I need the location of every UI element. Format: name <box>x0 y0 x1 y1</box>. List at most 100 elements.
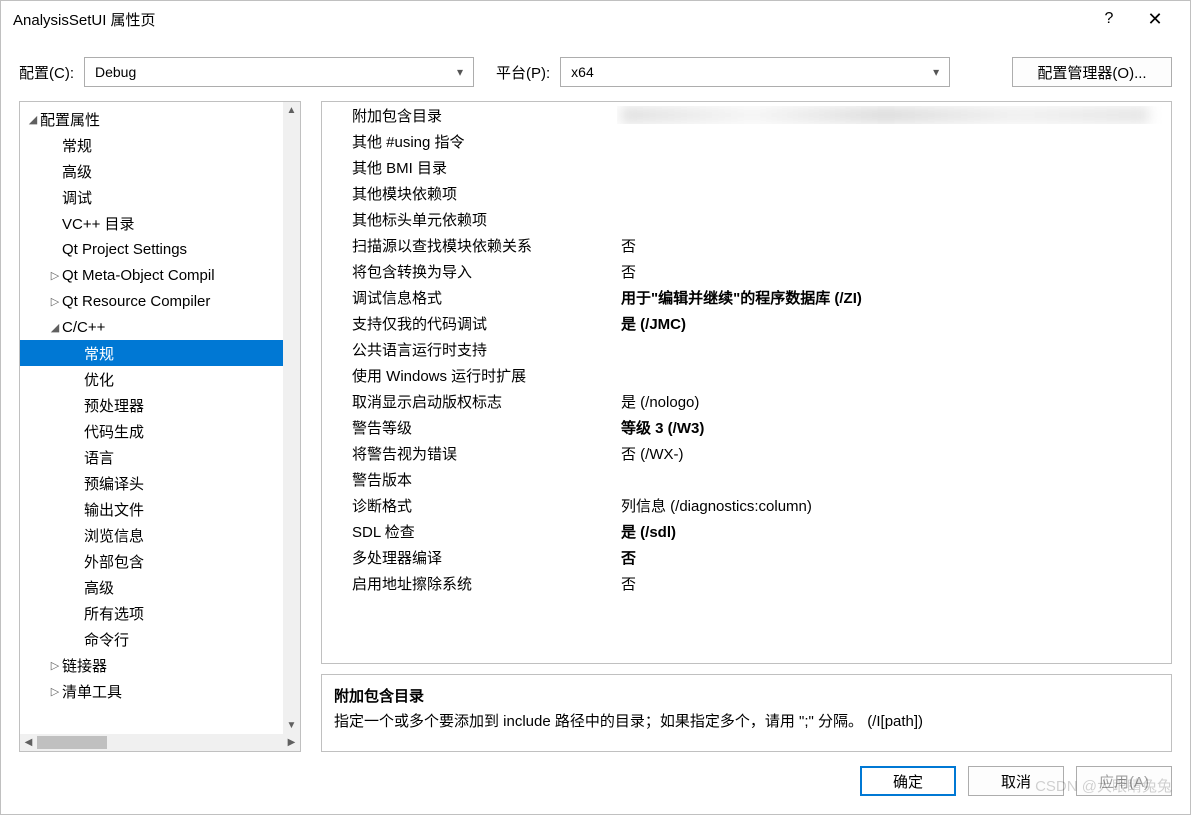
property-value[interactable] <box>617 106 1171 124</box>
tree-item[interactable]: 浏览信息 <box>20 522 300 548</box>
tree-item[interactable]: 外部包含 <box>20 548 300 574</box>
right-panel: 附加包含目录其他 #using 指令其他 BMI 目录其他模块依赖项其他标头单元… <box>321 101 1172 752</box>
tree-item[interactable]: 调试 <box>20 184 300 210</box>
scroll-right-icon[interactable]: ▶ <box>283 734 300 751</box>
close-icon[interactable]: ✕ <box>1132 9 1178 30</box>
property-value[interactable]: 是 (/sdl) <box>617 521 1171 542</box>
tree-item[interactable]: 语言 <box>20 444 300 470</box>
chevron-down-icon: ▾ <box>933 65 939 79</box>
apply-button[interactable]: 应用(A) <box>1076 766 1172 796</box>
tree-item-label: VC++ 目录 <box>62 213 135 234</box>
config-manager-button[interactable]: 配置管理器(O)... <box>1012 57 1172 87</box>
property-value[interactable]: 否 <box>617 573 1171 594</box>
tree-item[interactable]: VC++ 目录 <box>20 210 300 236</box>
property-name: 警告等级 <box>322 417 617 438</box>
tree-item[interactable]: 优化 <box>20 366 300 392</box>
tree-item-label: 高级 <box>62 161 92 182</box>
tree-item[interactable]: 输出文件 <box>20 496 300 522</box>
property-value[interactable]: 等级 3 (/W3) <box>617 417 1171 438</box>
tree-vertical-scrollbar[interactable]: ▲ ▼ <box>283 102 300 734</box>
tree-item[interactable]: ▷链接器 <box>20 652 300 678</box>
property-row[interactable]: 公共语言运行时支持 <box>322 336 1171 362</box>
property-value[interactable]: 否 <box>617 547 1171 568</box>
tree-item-label: 预处理器 <box>84 395 144 416</box>
config-select[interactable]: Debug ▾ <box>84 57 474 87</box>
tree-item[interactable]: 代码生成 <box>20 418 300 444</box>
expand-icon: ▷ <box>48 295 62 308</box>
property-row[interactable]: 调试信息格式用于"编辑并继续"的程序数据库 (/ZI) <box>322 284 1171 310</box>
property-row[interactable]: 其他 BMI 目录 <box>322 154 1171 180</box>
platform-select[interactable]: x64 ▾ <box>560 57 950 87</box>
property-row[interactable]: 其他模块依赖项 <box>322 180 1171 206</box>
help-icon[interactable]: ? <box>1086 10 1132 28</box>
property-row[interactable]: 将包含转换为导入否 <box>322 258 1171 284</box>
scroll-up-icon[interactable]: ▲ <box>283 102 300 119</box>
scroll-track[interactable] <box>37 734 283 751</box>
property-name: 启用地址擦除系统 <box>322 573 617 594</box>
property-name: 取消显示启动版权标志 <box>322 391 617 412</box>
tree-root[interactable]: ◢配置属性 <box>20 106 300 132</box>
property-name: 警告版本 <box>322 469 617 490</box>
tree-item[interactable]: ▷Qt Resource Compiler <box>20 288 300 314</box>
property-row[interactable]: 启用地址擦除系统否 <box>322 570 1171 596</box>
property-row[interactable]: 其他标头单元依赖项 <box>322 206 1171 232</box>
property-row[interactable]: 多处理器编译否 <box>322 544 1171 570</box>
property-grid[interactable]: 附加包含目录其他 #using 指令其他 BMI 目录其他模块依赖项其他标头单元… <box>321 101 1172 664</box>
property-row[interactable]: 取消显示启动版权标志是 (/nologo) <box>322 388 1171 414</box>
redacted-value <box>621 106 1149 124</box>
property-row[interactable]: 使用 Windows 运行时扩展 <box>322 362 1171 388</box>
property-row[interactable]: 将警告视为错误否 (/WX-) <box>322 440 1171 466</box>
config-label: 配置(C): <box>19 62 74 83</box>
property-name: 其他 #using 指令 <box>322 131 617 152</box>
tree-item[interactable]: ▷清单工具 <box>20 678 300 704</box>
property-row[interactable]: 警告版本 <box>322 466 1171 492</box>
expand-icon: ▷ <box>48 269 62 282</box>
property-name: 诊断格式 <box>322 495 617 516</box>
scroll-thumb[interactable] <box>37 736 107 749</box>
tree-item[interactable]: 高级 <box>20 574 300 600</box>
tree-item[interactable]: 高级 <box>20 158 300 184</box>
property-name: 其他模块依赖项 <box>322 183 617 204</box>
tree-item[interactable]: Qt Project Settings <box>20 236 300 262</box>
scroll-left-icon[interactable]: ◀ <box>20 734 37 751</box>
tree-item-label: 清单工具 <box>62 681 122 702</box>
property-value[interactable]: 否 <box>617 235 1171 256</box>
property-row[interactable]: 警告等级等级 3 (/W3) <box>322 414 1171 440</box>
tree-item[interactable]: ◢C/C++ <box>20 314 300 340</box>
tree-horizontal-scrollbar[interactable]: ◀ ▶ <box>20 734 300 751</box>
property-value[interactable]: 否 (/WX-) <box>617 443 1171 464</box>
tree-item[interactable]: 常规 <box>20 340 300 366</box>
property-name: 其他标头单元依赖项 <box>322 209 617 230</box>
property-value[interactable]: 是 (/JMC) <box>617 313 1171 334</box>
description-text: 指定一个或多个要添加到 include 路径中的目录；如果指定多个，请用 ";"… <box>334 710 1159 731</box>
title-bar: AnalysisSetUI 属性页 ? ✕ <box>1 1 1190 37</box>
property-row[interactable]: 扫描源以查找模块依赖关系否 <box>322 232 1171 258</box>
property-row[interactable]: 其他 #using 指令 <box>322 128 1171 154</box>
property-name: 其他 BMI 目录 <box>322 157 617 178</box>
property-row[interactable]: 附加包含目录 <box>322 102 1171 128</box>
property-value[interactable]: 否 <box>617 261 1171 282</box>
property-name: 将包含转换为导入 <box>322 261 617 282</box>
cancel-button[interactable]: 取消 <box>968 766 1064 796</box>
scroll-down-icon[interactable]: ▼ <box>283 717 300 734</box>
tree-item[interactable]: 命令行 <box>20 626 300 652</box>
scroll-track[interactable] <box>283 119 300 717</box>
tree-scroll[interactable]: ◢配置属性常规高级调试VC++ 目录Qt Project Settings▷Qt… <box>20 102 300 734</box>
property-value[interactable]: 列信息 (/diagnostics:column) <box>617 495 1171 516</box>
property-row[interactable]: 支持仅我的代码调试是 (/JMC) <box>322 310 1171 336</box>
property-name: 使用 Windows 运行时扩展 <box>322 365 617 386</box>
property-value[interactable]: 用于"编辑并继续"的程序数据库 (/ZI) <box>617 287 1171 308</box>
property-row[interactable]: SDL 检查是 (/sdl) <box>322 518 1171 544</box>
tree-item-label: 命令行 <box>84 629 129 650</box>
tree-item[interactable]: 预处理器 <box>20 392 300 418</box>
property-name: 公共语言运行时支持 <box>322 339 617 360</box>
tree-item[interactable]: ▷Qt Meta-Object Compil <box>20 262 300 288</box>
ok-button[interactable]: 确定 <box>860 766 956 796</box>
property-row[interactable]: 诊断格式列信息 (/diagnostics:column) <box>322 492 1171 518</box>
tree-item[interactable]: 所有选项 <box>20 600 300 626</box>
tree-item[interactable]: 常规 <box>20 132 300 158</box>
expand-icon: ▷ <box>48 685 62 698</box>
property-value[interactable]: 是 (/nologo) <box>617 391 1171 412</box>
property-name: 扫描源以查找模块依赖关系 <box>322 235 617 256</box>
tree-item[interactable]: 预编译头 <box>20 470 300 496</box>
